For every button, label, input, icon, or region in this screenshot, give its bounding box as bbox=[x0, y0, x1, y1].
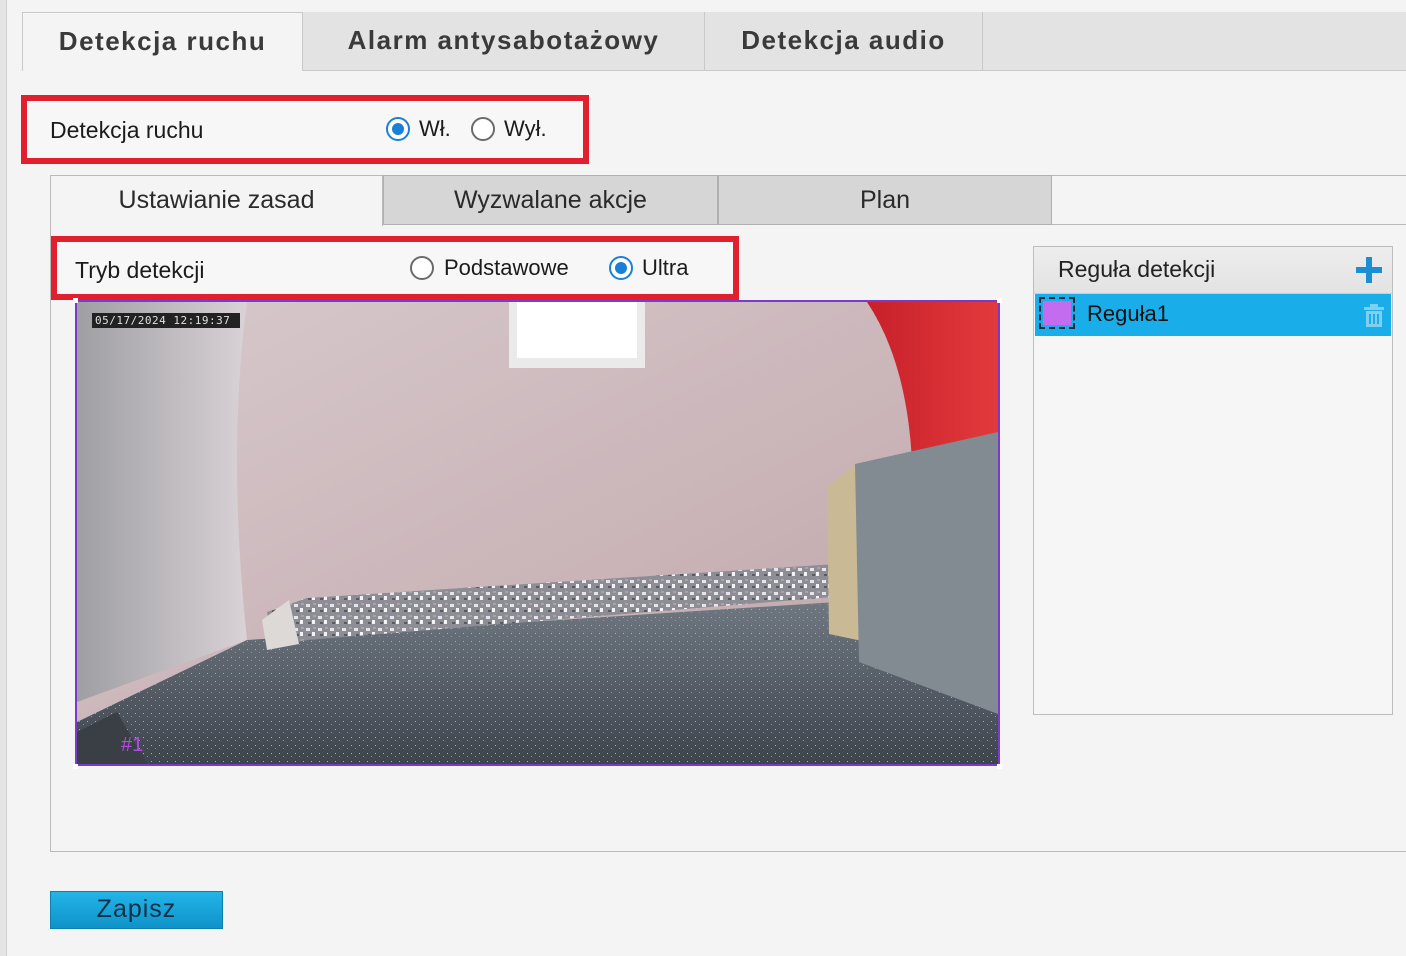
video-timestamp-osd: 05/17/2024 12:19:37 bbox=[92, 313, 240, 328]
mode-basic-radio[interactable] bbox=[410, 256, 434, 280]
page-left-edge bbox=[0, 0, 7, 956]
zone-handle-bottom-right[interactable] bbox=[997, 764, 1002, 769]
motion-detection-label: Detekcja ruchu bbox=[50, 117, 204, 143]
mode-ultra-label[interactable]: Ultra bbox=[642, 255, 688, 281]
zone-handle-top-left[interactable] bbox=[73, 298, 78, 303]
tab-audio-detection[interactable]: Detekcja audio bbox=[705, 12, 983, 70]
rule-name: Reguła1 bbox=[1087, 301, 1169, 326]
top-tab-bar: Detekcja ruchu Alarm antysabotażowy Dete… bbox=[22, 12, 1406, 71]
trash-icon[interactable] bbox=[1361, 303, 1387, 329]
detection-zone-tag: #1 bbox=[121, 734, 144, 756]
tab-tamper-alarm[interactable]: Alarm antysabotażowy bbox=[303, 12, 705, 70]
motion-off-radio[interactable] bbox=[471, 117, 495, 141]
rule-list-header: Reguła detekcji bbox=[1034, 247, 1392, 294]
plus-icon[interactable] bbox=[1354, 255, 1384, 285]
rule-color-fill bbox=[1043, 301, 1071, 325]
tab-rule-settings[interactable]: Ustawianie zasad bbox=[50, 175, 383, 226]
camera-scene-image bbox=[77, 302, 998, 764]
motion-on-label[interactable]: Wł. bbox=[419, 116, 451, 142]
tab-divider bbox=[1052, 224, 1406, 225]
motion-off-label[interactable]: Wył. bbox=[504, 116, 547, 142]
rule-list-item[interactable]: Reguła1 bbox=[1035, 294, 1391, 336]
camera-preview[interactable]: 05/17/2024 12:19:37 #1 bbox=[75, 300, 1000, 766]
save-button[interactable]: Zapisz bbox=[50, 891, 223, 929]
rule-color-swatch[interactable] bbox=[1039, 297, 1075, 329]
mode-ultra-radio[interactable] bbox=[609, 256, 633, 280]
detection-mode-label: Tryb detekcji bbox=[75, 257, 205, 283]
mode-basic-label[interactable]: Podstawowe bbox=[444, 255, 569, 281]
zone-handle-top-right[interactable] bbox=[997, 298, 1002, 303]
tab-triggered-actions[interactable]: Wyzwalane akcje bbox=[383, 175, 718, 225]
motion-on-radio[interactable] bbox=[386, 117, 410, 141]
tab-schedule[interactable]: Plan bbox=[718, 175, 1052, 225]
tab-motion-detection[interactable]: Detekcja ruchu bbox=[22, 12, 303, 71]
detection-rule-list: Reguła detekcji Reguła1 bbox=[1033, 246, 1393, 715]
zone-handle-bottom-left[interactable] bbox=[73, 764, 78, 769]
rule-list-title: Reguła detekcji bbox=[1058, 256, 1216, 282]
